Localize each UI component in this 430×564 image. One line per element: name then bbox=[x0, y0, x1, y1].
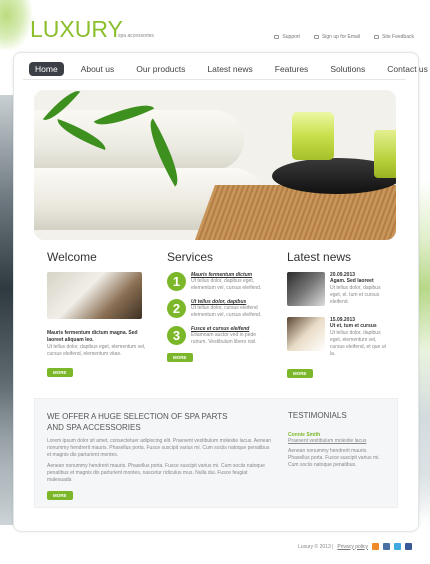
service-item: 1 Mauris fermentum dictum Ut tellus dolo… bbox=[167, 272, 267, 292]
tagline: spa accessories bbox=[118, 33, 154, 39]
offer-paragraph: Aenean nonummy hendrerit mauris. Phasell… bbox=[47, 463, 265, 483]
services-title: Services bbox=[167, 250, 214, 264]
copyright: Luxury © 2013 | bbox=[298, 543, 334, 550]
testimonial-link[interactable]: Praesent vestibulum molestie lacus bbox=[288, 438, 380, 444]
offer-paragraph: Lorem ipsum dolor sit amet, consectetuer… bbox=[47, 438, 272, 458]
testimonials-title: TESTIMONIALS bbox=[288, 411, 347, 420]
news-body: Ut tellus dolor, dapibus eget, el. tum e… bbox=[330, 285, 381, 305]
bamboo-mat-shape bbox=[193, 185, 396, 240]
feedback-icon bbox=[374, 35, 380, 39]
service-body: Etiamnam auctor ved in pede rutrum. Vest… bbox=[191, 332, 257, 345]
welcome-section: Welcome Mauris fermentum dictum magna. S… bbox=[47, 250, 147, 377]
number-badge: 2 bbox=[167, 299, 186, 318]
main-nav: Home About us Our products Latest news F… bbox=[29, 61, 428, 77]
footer: Luxury © 2013 | Privacy policy bbox=[298, 543, 412, 550]
news-thumbnail[interactable] bbox=[287, 317, 325, 351]
news-item: 15.09.2013 Ut et, tum et cursus Ut tellu… bbox=[287, 317, 392, 358]
privacy-policy-link[interactable]: Privacy policy bbox=[337, 544, 368, 550]
feedback-link[interactable]: Site Feedback bbox=[374, 34, 414, 40]
support-link[interactable]: Support bbox=[274, 34, 300, 40]
news-thumbnail[interactable] bbox=[287, 272, 325, 306]
spa-stones-image bbox=[47, 272, 142, 319]
offer-more-button[interactable]: MORE bbox=[47, 491, 73, 500]
email-signup-link[interactable]: Sign up for Email bbox=[313, 34, 360, 40]
news-section: Latest news 20.09.2013 Agam. Sed laoreet… bbox=[287, 250, 392, 378]
welcome-body: Ut tellus dolor, dapibus eget, elementum… bbox=[47, 344, 146, 357]
nav-contact-us[interactable]: Contact us bbox=[382, 62, 430, 76]
mail-icon bbox=[313, 35, 319, 39]
hero-image bbox=[34, 90, 396, 240]
news-more-button[interactable]: MORE bbox=[287, 369, 313, 378]
candle-shape bbox=[292, 112, 334, 160]
nav-about-us[interactable]: About us bbox=[76, 62, 120, 76]
nav-latest-news[interactable]: Latest news bbox=[202, 62, 257, 76]
nav-features[interactable]: Features bbox=[270, 62, 314, 76]
number-badge: 1 bbox=[167, 272, 186, 291]
news-title: Latest news bbox=[287, 250, 352, 264]
bamboo-leaf-decoration bbox=[0, 0, 32, 50]
number-badge: 3 bbox=[167, 326, 186, 345]
twitter-icon[interactable] bbox=[394, 543, 401, 550]
news-headline[interactable]: Ut et, tum et cursus bbox=[330, 323, 392, 330]
offer-block: WE OFFER A HUGE SELECTION OF SPA PARTS A… bbox=[34, 398, 398, 508]
news-headline[interactable]: Agam. Sed laoreet bbox=[330, 278, 392, 285]
offer-title-line2: AND SPA ACCESSORIES bbox=[47, 423, 141, 432]
facebook-icon[interactable] bbox=[405, 543, 412, 550]
service-body: Ut tellus dolor, dapibus eget, elementum… bbox=[191, 278, 262, 291]
offer-title-line1: WE OFFER A HUGE SELECTION OF SPA PARTS bbox=[47, 412, 228, 421]
services-more-button[interactable]: MORE bbox=[167, 353, 193, 362]
services-section: Services 1 Mauris fermentum dictum Ut te… bbox=[167, 250, 267, 362]
nav-home[interactable]: Home bbox=[29, 62, 64, 76]
welcome-title: Welcome bbox=[47, 250, 97, 264]
candle-shape bbox=[374, 130, 396, 178]
news-item: 20.09.2013 Agam. Sed laoreet Ut tellus d… bbox=[287, 272, 392, 306]
nav-our-products[interactable]: Our products bbox=[131, 62, 190, 76]
nav-solutions[interactable]: Solutions bbox=[325, 62, 370, 76]
support-icon bbox=[274, 35, 280, 39]
nav-divider bbox=[23, 79, 406, 80]
towel-shape bbox=[34, 110, 244, 170]
welcome-more-button[interactable]: MORE bbox=[47, 368, 73, 377]
top-links: Support Sign up for Email Site Feedback bbox=[274, 34, 414, 40]
service-item: 2 Ut tellus dolor, dapibus Ut tellus dol… bbox=[167, 299, 267, 319]
rss-icon[interactable] bbox=[372, 543, 379, 550]
service-body: Ut tellus dolor, cursus eleifend element… bbox=[191, 305, 262, 318]
news-body: Ut tellus dolor, dapibus eget, elementum… bbox=[330, 330, 386, 357]
service-item: 3 Fusce et cursus eleifend Etiamnam auct… bbox=[167, 326, 267, 346]
testimonial-body: Aenean nonummy hendrerit mauris. Phasell… bbox=[288, 448, 380, 468]
delicious-icon[interactable] bbox=[383, 543, 390, 550]
welcome-lead: Mauris fermentum dictum magna. Sed laore… bbox=[47, 330, 138, 343]
logo[interactable]: LUXURY bbox=[30, 16, 123, 43]
